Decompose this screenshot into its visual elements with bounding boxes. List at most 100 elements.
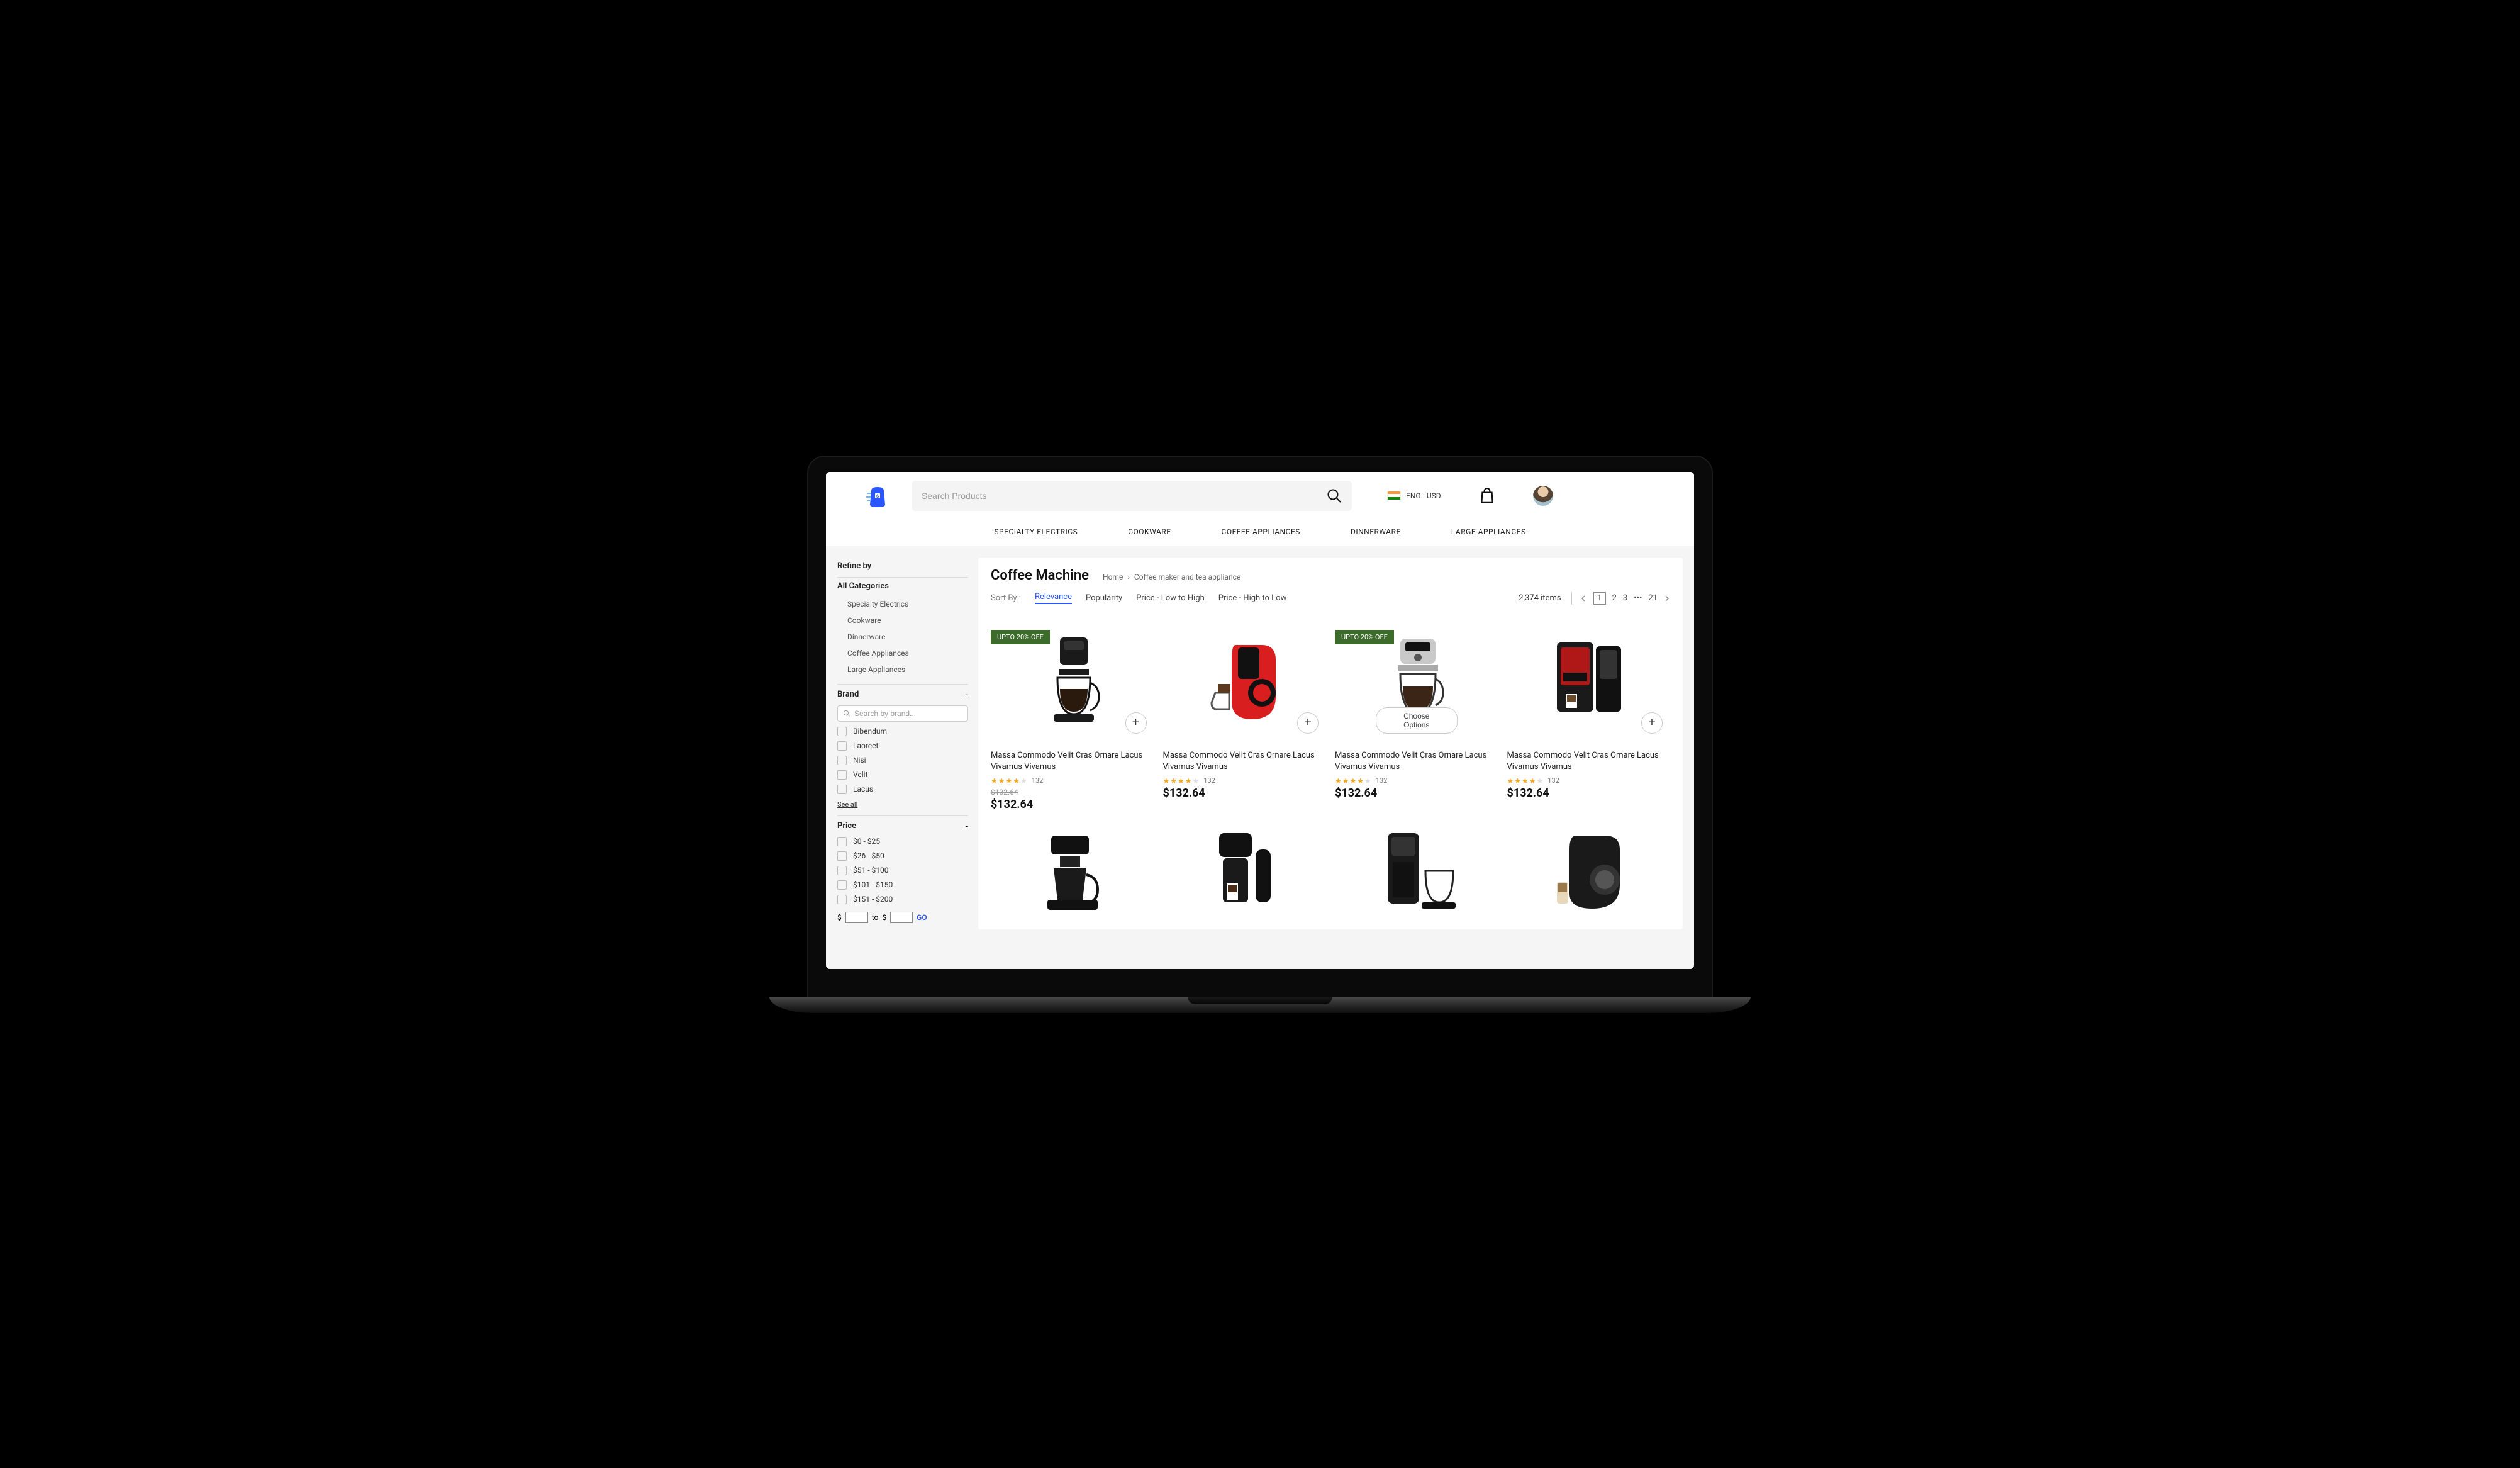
bag-icon[interactable]	[1479, 488, 1495, 504]
sidebar: Refine by All Categories Specialty Elect…	[837, 558, 968, 929]
coffee-maker-icon	[1373, 824, 1461, 919]
collapse-icon[interactable]: -	[966, 688, 968, 700]
sort-relevance[interactable]: Relevance	[1035, 592, 1072, 604]
cat-dinnerware[interactable]: Dinnerware	[837, 629, 968, 645]
coffee-maker-icon	[1200, 824, 1288, 919]
coffee-maker-icon	[1200, 632, 1288, 727]
page-last[interactable]: 21	[1648, 593, 1658, 603]
cat-large-appliances[interactable]: Large Appliances	[837, 661, 968, 678]
content: Refine by All Categories Specialty Elect…	[826, 546, 1694, 929]
product-card[interactable]: + Massa Commodo Velit Cras Ornare Lacus …	[1507, 619, 1671, 811]
coffee-maker-icon	[1544, 824, 1632, 919]
see-all-link[interactable]: See all	[837, 800, 857, 809]
price-101-150[interactable]: $101 - $150	[837, 880, 968, 890]
add-to-cart-button[interactable]: +	[1297, 712, 1319, 734]
crumb-home[interactable]: Home	[1103, 573, 1123, 581]
rating: ★★★★★132	[991, 776, 1154, 785]
collapse-icon[interactable]: -	[966, 820, 968, 832]
choose-options-button[interactable]: Choose Options	[1376, 707, 1458, 734]
refine-section: Refine by	[837, 558, 968, 578]
brand-section: Brand - Bibendum Laoreet Nisi Velit Lacu…	[837, 685, 968, 816]
page-1[interactable]: 1	[1593, 592, 1606, 605]
product-image: +	[1163, 619, 1327, 741]
product-image: UPTO 20% OFF +	[991, 619, 1154, 741]
brand-bibendum[interactable]: Bibendum	[837, 727, 968, 736]
brand-velit[interactable]: Velit	[837, 770, 968, 780]
price: $132.64	[991, 798, 1154, 811]
old-price: $132.64	[991, 788, 1154, 797]
product-image: +	[1507, 619, 1671, 741]
brand-search[interactable]	[837, 705, 968, 722]
cat-specialty-electrics[interactable]: Specialty Electrics	[837, 596, 968, 612]
product-grid: UPTO 20% OFF + Massa Commodo Velit Cras …	[991, 619, 1670, 924]
nav-dinnerware[interactable]: DINNERWARE	[1351, 527, 1401, 536]
product-image	[1163, 820, 1327, 924]
coffee-maker-icon	[1029, 632, 1117, 727]
page-3[interactable]: 3	[1623, 593, 1627, 603]
price-51-100[interactable]: $51 - $100	[837, 866, 968, 875]
star-icon: ★★★★★	[991, 776, 1028, 785]
price-section: Price - $0 - $25 $26 - $50 $51 - $100 $1…	[837, 816, 968, 929]
sort-price-high-low[interactable]: Price - High to Low	[1218, 593, 1287, 603]
nav-large-appliances[interactable]: LARGE APPLIANCES	[1451, 527, 1526, 536]
chevron-left-icon[interactable]	[1581, 595, 1587, 602]
chevron-right-icon[interactable]	[1664, 595, 1670, 602]
price-min-input[interactable]	[845, 912, 868, 923]
brand-lacus[interactable]: Lacus	[837, 785, 968, 794]
screen: S ENG - USD SPECIALTY ELECTRICS COOKWARE…	[826, 472, 1694, 969]
product-card[interactable]	[1335, 820, 1498, 924]
crumb-current: Coffee maker and tea appliance	[1134, 573, 1240, 581]
product-card[interactable]	[1163, 820, 1327, 924]
cat-cookware[interactable]: Cookware	[837, 612, 968, 629]
nav-coffee-appliances[interactable]: COFFEE APPLIANCES	[1222, 527, 1300, 536]
brand-heading: Brand	[837, 690, 859, 699]
product-name: Massa Commodo Velit Cras Ornare Lacus Vi…	[1507, 750, 1671, 773]
rating: ★★★★★132	[1163, 776, 1327, 785]
refine-heading: Refine by	[837, 561, 968, 571]
laptop-base	[769, 997, 1751, 1013]
product-card[interactable]: + Massa Commodo Velit Cras Ornare Lacus …	[1163, 619, 1327, 811]
price-go-button[interactable]: GO	[917, 913, 927, 922]
page-2[interactable]: 2	[1612, 593, 1617, 603]
titlebar: Coffee Machine Home › Coffee maker and t…	[991, 568, 1670, 583]
product-card[interactable]: UPTO 20% OFF Choose Options Massa Commod…	[1335, 619, 1498, 811]
star-icon: ★★★★★	[1507, 776, 1544, 785]
search-box[interactable]	[912, 481, 1352, 511]
pagination: 2,374 items 1 2 3 ••• 21	[1519, 592, 1670, 605]
screen-frame: S ENG - USD SPECIALTY ELECTRICS COOKWARE…	[807, 456, 1713, 998]
sort-price-low-high[interactable]: Price - Low to High	[1136, 593, 1205, 603]
add-to-cart-button[interactable]: +	[1125, 712, 1147, 734]
nav-cookware[interactable]: COOKWARE	[1128, 527, 1171, 536]
breadcrumb: Home › Coffee maker and tea appliance	[1103, 573, 1240, 581]
price-26-50[interactable]: $26 - $50	[837, 851, 968, 861]
nav-specialty-electrics[interactable]: SPECIALTY ELECTRICS	[994, 527, 1078, 536]
sort-row: Sort By : Relevance Popularity Price - L…	[991, 592, 1670, 605]
price-max-input[interactable]	[890, 912, 913, 923]
brand-nisi[interactable]: Nisi	[837, 756, 968, 765]
search-input[interactable]	[922, 491, 1327, 501]
brand-search-input[interactable]	[854, 709, 962, 718]
cat-coffee-appliances[interactable]: Coffee Appliances	[837, 645, 968, 661]
price-range: $ to $ GO	[837, 912, 968, 923]
product-card[interactable]: UPTO 20% OFF + Massa Commodo Velit Cras …	[991, 619, 1154, 811]
search-icon[interactable]	[1327, 488, 1342, 503]
star-icon: ★★★★★	[1335, 776, 1372, 785]
locale-selector[interactable]: ENG - USD	[1387, 491, 1441, 500]
brand-laoreet[interactable]: Laoreet	[837, 741, 968, 751]
logo[interactable]: S	[864, 482, 891, 510]
sort-popularity[interactable]: Popularity	[1086, 593, 1122, 603]
chevron-right-icon: ›	[1127, 573, 1130, 581]
topbar: S ENG - USD	[826, 472, 1694, 520]
product-card[interactable]	[991, 820, 1154, 924]
add-to-cart-button[interactable]: +	[1641, 712, 1663, 734]
price-0-25[interactable]: $0 - $25	[837, 837, 968, 846]
rating: ★★★★★132	[1335, 776, 1498, 785]
price: $132.64	[1163, 787, 1327, 800]
price-151-200[interactable]: $151 - $200	[837, 895, 968, 904]
page-ellipsis: •••	[1634, 593, 1642, 603]
avatar[interactable]	[1533, 486, 1553, 506]
price-heading: Price	[837, 821, 856, 831]
product-card[interactable]	[1507, 820, 1671, 924]
sort-label: Sort By :	[991, 593, 1021, 603]
locale-label: ENG - USD	[1406, 491, 1441, 500]
